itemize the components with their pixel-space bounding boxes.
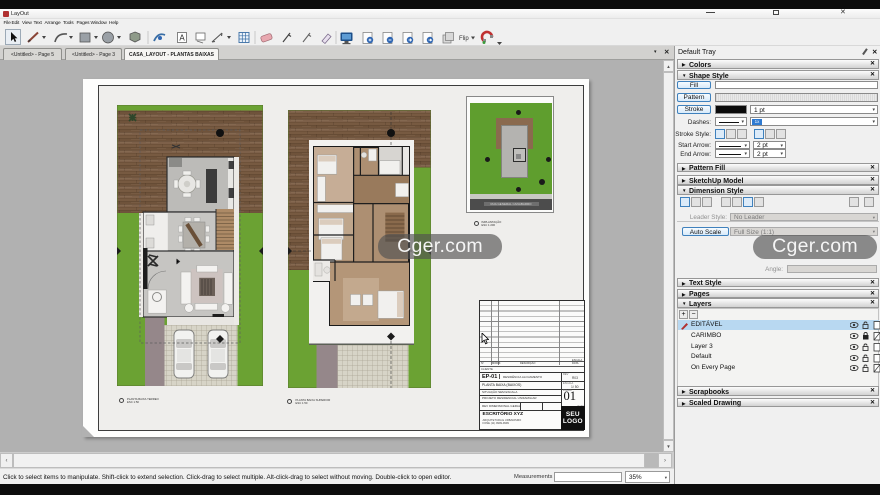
svg-text:Flip: Flip <box>459 36 469 42</box>
svg-text:A: A <box>179 33 185 42</box>
